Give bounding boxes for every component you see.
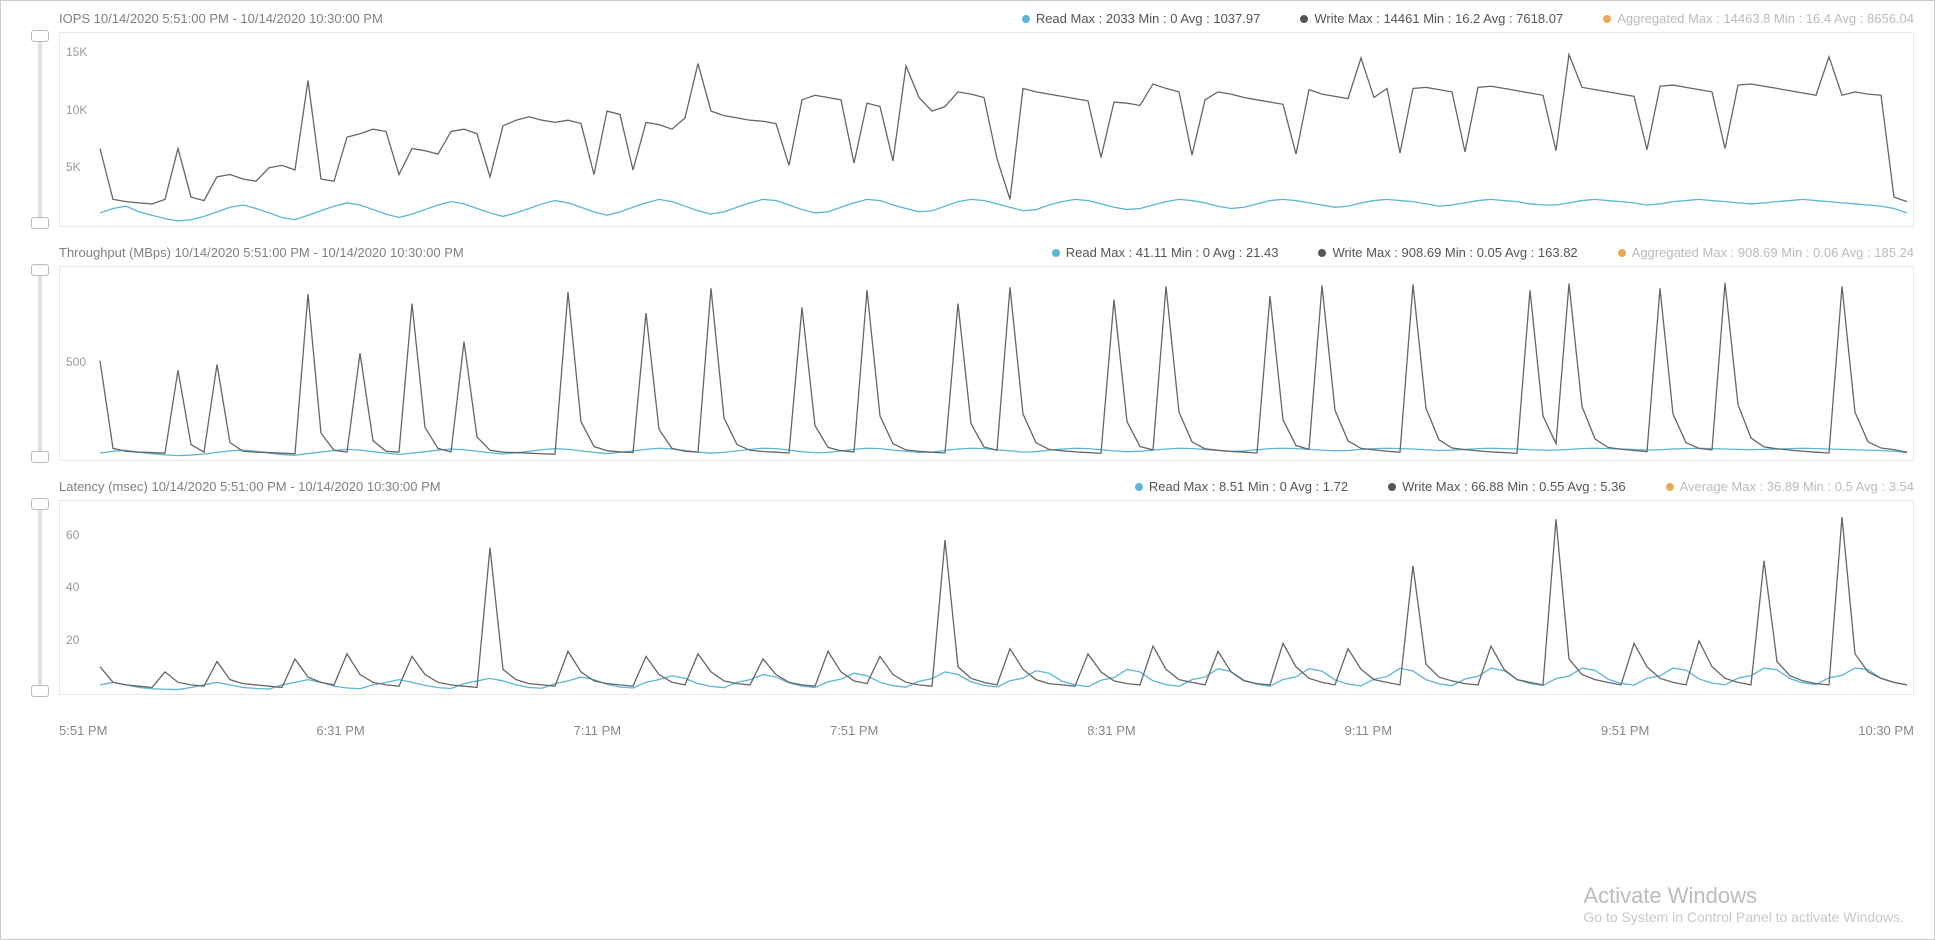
throughput-legend-read[interactable]: Read Max : 41.11 Min : 0 Avg : 21.43 <box>1052 245 1279 260</box>
iops-chart-row: 5K10K15K <box>11 32 1914 227</box>
watermark-subtitle: Go to System in Control Panel to activat… <box>1583 909 1904 925</box>
slider-thumb-icon[interactable] <box>31 217 49 229</box>
latency-title: Latency (msec) 10/14/2020 5:51:00 PM - 1… <box>59 479 441 494</box>
legend-text: Read Max : 2033 Min : 0 Avg : 1037.97 <box>1036 11 1261 26</box>
iops-legend: Read Max : 2033 Min : 0 Avg : 1037.97 Wr… <box>1022 11 1914 26</box>
series-write <box>100 517 1907 687</box>
series-read <box>100 668 1907 689</box>
throughput-header: Throughput (MBps) 10/14/2020 5:51:00 PM … <box>11 245 1914 260</box>
latency-legend-average[interactable]: Average Max : 36.89 Min : 0.5 Avg : 3.54 <box>1666 479 1914 494</box>
latency-chart-row: 204060 <box>11 500 1914 695</box>
xaxis-tick: 6:31 PM <box>316 723 364 738</box>
throughput-zoom-slider[interactable] <box>11 266 59 461</box>
slider-thumb-icon[interactable] <box>31 451 49 463</box>
latency-panel: Latency (msec) 10/14/2020 5:51:00 PM - 1… <box>11 479 1914 695</box>
dot-icon <box>1603 15 1611 23</box>
latency-zoom-slider[interactable] <box>11 500 59 695</box>
watermark-title: Activate Windows <box>1583 883 1904 909</box>
iops-legend-aggregated[interactable]: Aggregated Max : 14463.8 Min : 16.4 Avg … <box>1603 11 1914 26</box>
xaxis-tick: 10:30 PM <box>1858 723 1914 738</box>
throughput-panel: Throughput (MBps) 10/14/2020 5:51:00 PM … <box>11 245 1914 461</box>
dot-icon <box>1618 249 1626 257</box>
throughput-legend-write[interactable]: Write Max : 908.69 Min : 0.05 Avg : 163.… <box>1318 245 1577 260</box>
throughput-chart[interactable]: 500 <box>59 266 1914 461</box>
iops-chart[interactable]: 5K10K15K <box>59 32 1914 227</box>
slider-thumb-icon[interactable] <box>31 498 49 510</box>
series-write <box>100 283 1907 454</box>
series-write <box>100 54 1907 203</box>
legend-text: Average Max : 36.89 Min : 0.5 Avg : 3.54 <box>1680 479 1914 494</box>
throughput-legend: Read Max : 41.11 Min : 0 Avg : 21.43 Wri… <box>1052 245 1914 260</box>
iops-zoom-slider[interactable] <box>11 32 59 227</box>
windows-watermark: Activate Windows Go to System in Control… <box>1583 883 1904 925</box>
xaxis-tick: 8:31 PM <box>1087 723 1135 738</box>
series-read <box>100 448 1907 455</box>
legend-text: Write Max : 66.88 Min : 0.55 Avg : 5.36 <box>1402 479 1626 494</box>
legend-text: Write Max : 14461 Min : 16.2 Avg : 7618.… <box>1314 11 1563 26</box>
xaxis-tick: 7:51 PM <box>830 723 878 738</box>
xaxis-tick: 9:51 PM <box>1601 723 1649 738</box>
latency-legend-read[interactable]: Read Max : 8.51 Min : 0 Avg : 1.72 <box>1135 479 1348 494</box>
throughput-title: Throughput (MBps) 10/14/2020 5:51:00 PM … <box>59 245 464 260</box>
dot-icon <box>1022 15 1030 23</box>
xaxis-tick: 7:11 PM <box>574 723 621 738</box>
dot-icon <box>1135 483 1143 491</box>
latency-legend: Read Max : 8.51 Min : 0 Avg : 1.72 Write… <box>1135 479 1914 494</box>
slider-thumb-icon[interactable] <box>31 264 49 276</box>
iops-legend-read[interactable]: Read Max : 2033 Min : 0 Avg : 1037.97 <box>1022 11 1261 26</box>
time-axis: 5:51 PM 6:31 PM 7:11 PM 7:51 PM 8:31 PM 9:11 … <box>11 713 1914 738</box>
dot-icon <box>1318 249 1326 257</box>
dot-icon <box>1388 483 1396 491</box>
iops-title: IOPS 10/14/2020 5:51:00 PM - 10/14/2020 … <box>59 11 383 26</box>
xaxis-tick: 9:11 PM <box>1345 723 1392 738</box>
throughput-legend-aggregated[interactable]: Aggregated Max : 908.69 Min : 0.06 Avg :… <box>1618 245 1914 260</box>
legend-text: Write Max : 908.69 Min : 0.05 Avg : 163.… <box>1332 245 1577 260</box>
dot-icon <box>1300 15 1308 23</box>
throughput-chart-row: 500 <box>11 266 1914 461</box>
slider-thumb-icon[interactable] <box>31 30 49 42</box>
latency-header: Latency (msec) 10/14/2020 5:51:00 PM - 1… <box>11 479 1914 494</box>
legend-text: Read Max : 8.51 Min : 0 Avg : 1.72 <box>1149 479 1348 494</box>
xaxis-tick: 5:51 PM <box>59 723 107 738</box>
legend-text: Read Max : 41.11 Min : 0 Avg : 21.43 <box>1066 245 1279 260</box>
iops-header: IOPS 10/14/2020 5:51:00 PM - 10/14/2020 … <box>11 11 1914 26</box>
series-read <box>100 199 1907 221</box>
latency-legend-write[interactable]: Write Max : 66.88 Min : 0.55 Avg : 5.36 <box>1388 479 1626 494</box>
dot-icon <box>1052 249 1060 257</box>
iops-legend-write[interactable]: Write Max : 14461 Min : 16.2 Avg : 7618.… <box>1300 11 1563 26</box>
dot-icon <box>1666 483 1674 491</box>
legend-text: Aggregated Max : 14463.8 Min : 16.4 Avg … <box>1617 11 1914 26</box>
iops-panel: IOPS 10/14/2020 5:51:00 PM - 10/14/2020 … <box>11 11 1914 227</box>
legend-text: Aggregated Max : 908.69 Min : 0.06 Avg :… <box>1632 245 1914 260</box>
slider-thumb-icon[interactable] <box>31 685 49 697</box>
latency-chart[interactable]: 204060 <box>59 500 1914 695</box>
